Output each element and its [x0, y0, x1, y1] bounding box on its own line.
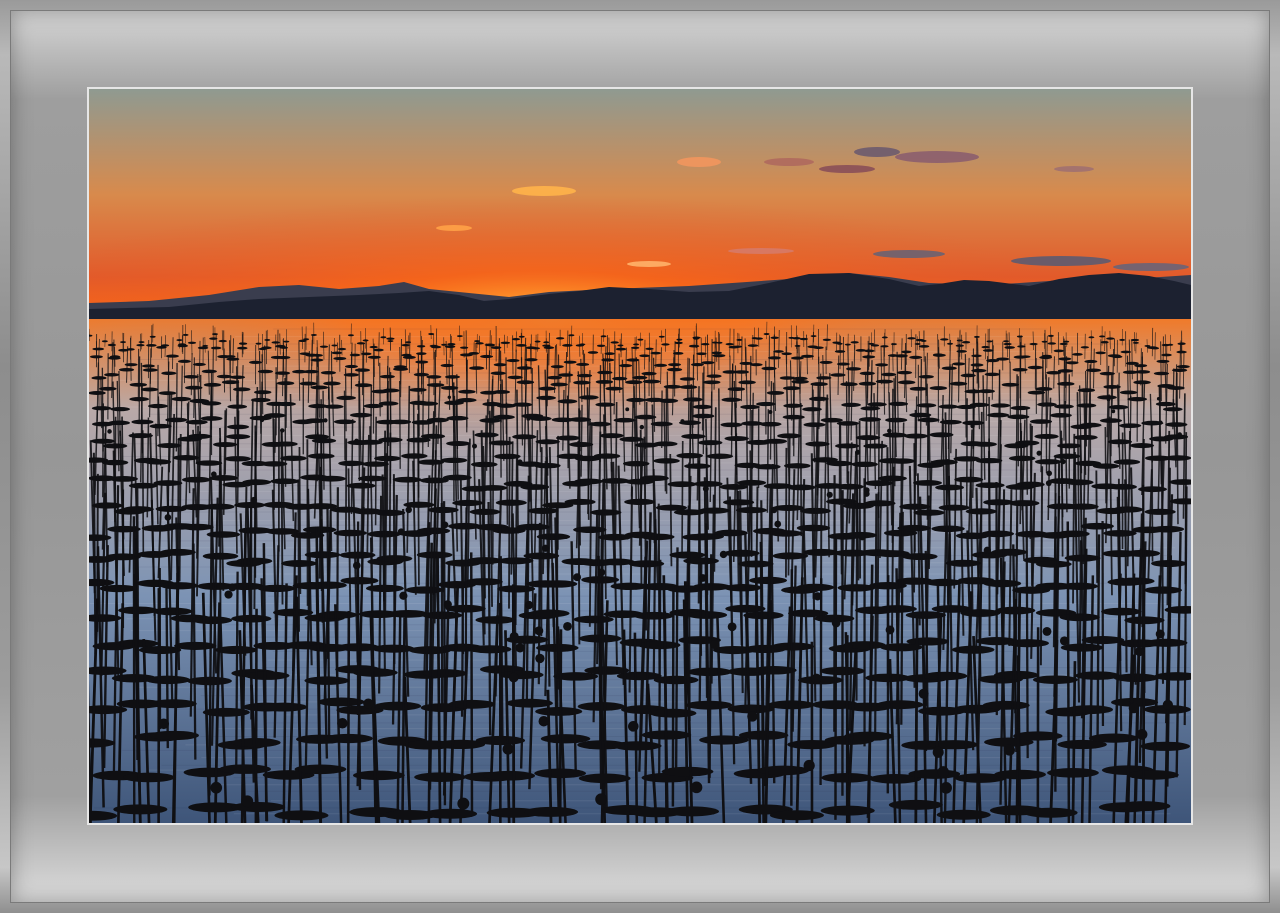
buoy [515, 643, 525, 653]
buoy [1060, 458, 1066, 465]
buoy [1011, 549, 1019, 557]
buoy [164, 514, 172, 521]
buoy [508, 672, 519, 683]
buoy [563, 621, 572, 631]
buoy [1155, 629, 1165, 639]
buoy [228, 583, 237, 592]
buoy [241, 795, 254, 808]
buoy [937, 766, 949, 778]
buoy [502, 743, 514, 755]
buoy [211, 471, 217, 478]
buoy [447, 395, 452, 400]
buoy [1156, 396, 1161, 401]
buoy [1128, 702, 1139, 714]
buoy [690, 781, 703, 794]
buoy [858, 533, 866, 541]
buoy [1036, 450, 1042, 456]
buoy [526, 416, 531, 421]
buoy [1045, 480, 1052, 487]
buoy [210, 781, 223, 794]
buoy [472, 443, 477, 449]
buoy [768, 410, 773, 414]
buoy [887, 428, 892, 434]
buoy [1134, 646, 1145, 657]
buoy [1162, 699, 1173, 710]
buoy [811, 673, 822, 684]
buoy [918, 688, 929, 699]
buoy [885, 625, 895, 635]
buoy [573, 573, 582, 582]
buoy [509, 631, 519, 641]
buoy [441, 521, 449, 529]
buoy [399, 591, 408, 600]
buoy [535, 653, 545, 664]
sunset-photo [89, 89, 1191, 823]
buoy [1158, 420, 1163, 425]
buoy [1111, 409, 1116, 414]
buoy [457, 797, 470, 810]
buoy [710, 640, 720, 650]
buoy [1059, 636, 1070, 646]
buoy [517, 459, 523, 465]
buoy [1106, 397, 1111, 402]
buoy [595, 793, 608, 806]
buoy [702, 485, 709, 492]
buoy [279, 428, 285, 433]
buoy [747, 711, 758, 722]
buoy [259, 417, 265, 423]
buoy [224, 590, 233, 599]
buoy [843, 642, 853, 652]
buoy [1118, 577, 1126, 586]
buoy [597, 568, 606, 577]
buoy [1046, 470, 1053, 477]
buoy [534, 626, 544, 636]
buoy [813, 592, 822, 601]
buoy [639, 424, 645, 430]
buoy [826, 491, 833, 498]
buoy [524, 600, 534, 610]
buoy [1136, 729, 1148, 740]
buoy [250, 496, 257, 504]
buoy [698, 574, 707, 582]
buoy [770, 506, 778, 514]
buoy [443, 600, 452, 609]
buoy [831, 618, 841, 628]
buoy [541, 544, 550, 552]
buoy [405, 506, 412, 514]
buoy [352, 561, 361, 570]
buoy [855, 449, 861, 455]
buoy [397, 528, 405, 536]
buoy [363, 698, 374, 709]
buoy [107, 429, 112, 434]
buoy [538, 715, 550, 727]
buoy [940, 782, 952, 794]
buoy [680, 419, 685, 424]
buoy [1177, 432, 1182, 437]
buoy [323, 418, 328, 423]
buoy [983, 546, 991, 554]
buoy [1042, 626, 1052, 636]
buoy [727, 622, 737, 632]
buoy [774, 520, 782, 528]
buoy [628, 721, 639, 732]
buoy [337, 718, 348, 729]
buoy [863, 490, 870, 497]
buoy [970, 423, 975, 429]
buoy [158, 718, 170, 730]
buoy [625, 407, 630, 412]
buoy [1003, 744, 1015, 756]
buoy [803, 759, 815, 772]
buoy [719, 550, 728, 559]
buoy [354, 438, 359, 444]
buoy [932, 746, 944, 758]
